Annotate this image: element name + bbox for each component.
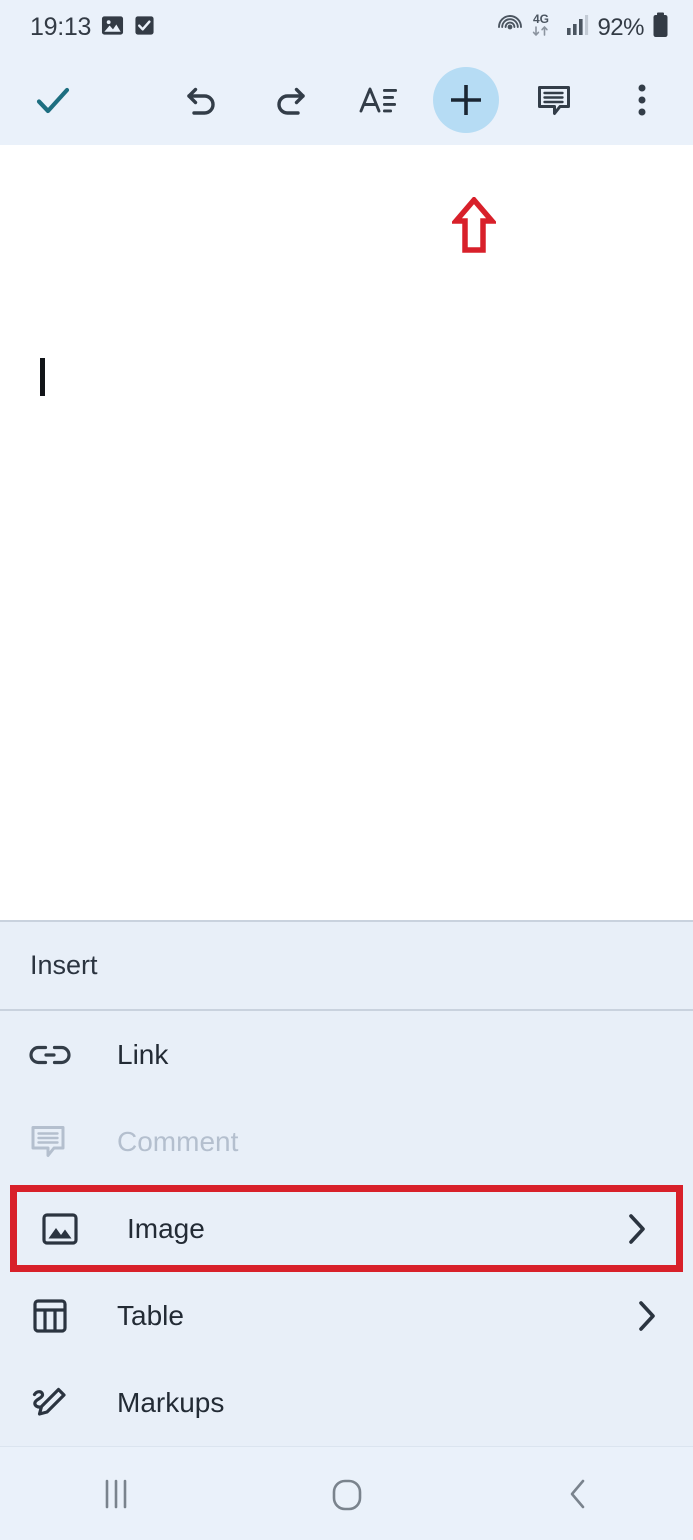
markups-icon bbox=[26, 1383, 74, 1423]
menu-item-label: Markups bbox=[117, 1386, 225, 1418]
svg-text:4G: 4G bbox=[533, 12, 549, 26]
menu-item-label: Link bbox=[117, 1038, 169, 1070]
document-canvas[interactable] bbox=[0, 145, 693, 920]
link-icon bbox=[26, 1039, 74, 1071]
menu-item-table[interactable]: Table bbox=[0, 1272, 693, 1359]
system-navigation-bar bbox=[0, 1446, 693, 1540]
menu-item-link[interactable]: Link bbox=[0, 1011, 693, 1098]
status-bar-left: 19:13 bbox=[30, 13, 155, 42]
text-format-icon[interactable] bbox=[345, 67, 411, 133]
menu-item-label: Image bbox=[127, 1212, 205, 1244]
comment-button[interactable] bbox=[521, 67, 587, 133]
mobile-data-4g-icon: 4G bbox=[531, 11, 557, 44]
insert-menu-list: Link Comment Image Table Markups bbox=[0, 1011, 693, 1446]
image-icon bbox=[36, 1209, 84, 1249]
table-icon bbox=[26, 1296, 74, 1336]
more-options-button[interactable] bbox=[609, 67, 675, 133]
status-bar-right: 4G 92% bbox=[497, 11, 669, 44]
insert-plus-button[interactable] bbox=[433, 67, 499, 133]
undo-button[interactable] bbox=[169, 67, 235, 133]
menu-item-comment: Comment bbox=[0, 1098, 693, 1185]
status-clock: 19:13 bbox=[30, 13, 92, 41]
home-button[interactable] bbox=[287, 1459, 407, 1529]
comment-icon bbox=[26, 1122, 74, 1162]
chevron-right-icon bbox=[627, 1299, 667, 1333]
chevron-right-icon bbox=[617, 1212, 657, 1246]
image-notification-icon bbox=[101, 14, 124, 42]
text-caret bbox=[40, 358, 45, 396]
battery-icon bbox=[652, 12, 669, 43]
back-button[interactable] bbox=[518, 1459, 638, 1529]
status-bar: 19:13 4G 92% bbox=[0, 0, 693, 55]
insert-panel-header: Insert bbox=[0, 922, 693, 1011]
signal-bars-icon bbox=[565, 13, 589, 42]
recents-button[interactable] bbox=[56, 1459, 176, 1529]
done-check-button[interactable] bbox=[20, 67, 86, 133]
checkbox-notification-icon bbox=[134, 14, 155, 42]
insert-panel: Insert Link Comment Image Table Markups bbox=[0, 920, 693, 1446]
menu-item-label: Comment bbox=[117, 1125, 239, 1157]
menu-item-markups[interactable]: Markups bbox=[0, 1359, 693, 1446]
menu-item-image[interactable]: Image bbox=[10, 1185, 683, 1272]
editor-toolbar bbox=[0, 55, 693, 253]
battery-percent-label: 92% bbox=[597, 13, 644, 41]
panel-title: Insert bbox=[30, 950, 98, 980]
hotspot-icon bbox=[497, 12, 523, 43]
annotation-arrow-up-icon bbox=[450, 195, 498, 253]
redo-button[interactable] bbox=[257, 67, 323, 133]
phone-screen: 19:13 4G 92% Insert Link Comment Image T… bbox=[0, 0, 693, 1540]
menu-item-label: Table bbox=[117, 1299, 184, 1331]
